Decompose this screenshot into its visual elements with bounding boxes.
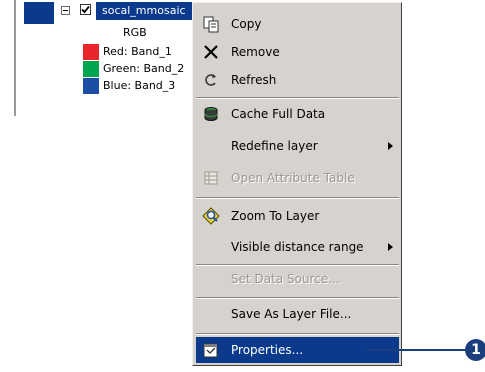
submenu-arrow-icon <box>388 243 393 251</box>
menu-item-refresh[interactable]: Refresh <box>196 67 399 93</box>
collapse-toggle[interactable] <box>61 6 70 15</box>
copy-icon <box>202 15 220 33</box>
menu-separator <box>196 297 399 299</box>
menu-label: Zoom To Layer <box>231 209 320 223</box>
layer-context-menu: Copy Remove Refresh Cache Full Data Rede… <box>192 2 402 366</box>
menu-label: Set Data Source... <box>231 272 340 286</box>
submenu-arrow-icon <box>388 142 393 150</box>
menu-item-remove[interactable]: Remove <box>196 39 399 65</box>
menu-item-zoom-to-layer[interactable]: Zoom To Layer <box>196 203 399 229</box>
menu-item-redefine-layer[interactable]: Redefine layer <box>196 133 399 159</box>
menu-label: Open Attribute Table <box>231 171 355 185</box>
menu-label: Remove <box>231 45 280 59</box>
menu-separator <box>196 97 399 99</box>
callout-line <box>365 349 471 351</box>
blue-swatch <box>83 78 99 94</box>
remove-x-icon <box>202 43 220 61</box>
menu-label: Cache Full Data <box>231 107 326 121</box>
green-swatch <box>83 61 99 77</box>
table-icon <box>202 169 220 187</box>
menu-label: Save As Layer File... <box>231 307 352 321</box>
selection-strip <box>24 2 54 24</box>
layer-name[interactable]: socal_mmosaic <box>96 2 192 20</box>
menu-label: Redefine layer <box>231 139 318 153</box>
menu-item-open-attribute-table: Open Attribute Table <box>196 165 399 191</box>
menu-separator <box>196 197 399 199</box>
menu-item-cache-full-data[interactable]: Cache Full Data <box>196 101 399 127</box>
database-icon <box>202 105 220 123</box>
menu-item-set-data-source: Set Data Source... <box>196 266 399 292</box>
renderer-label: RGB <box>123 26 147 39</box>
table-of-contents: socal_mmosaic RGB Red: Band_1 Green: Ban… <box>0 0 200 120</box>
menu-item-visible-distance-range[interactable]: Visible distance range <box>196 234 399 260</box>
refresh-icon <box>202 71 220 89</box>
menu-label: Copy <box>231 17 262 31</box>
menu-item-copy[interactable]: Copy <box>196 11 399 37</box>
menu-label: Properties... <box>231 343 304 357</box>
menu-label: Refresh <box>231 73 277 87</box>
menu-label: Visible distance range <box>231 240 364 254</box>
menu-item-save-as-layer-file[interactable]: Save As Layer File... <box>196 301 399 327</box>
properties-icon <box>202 341 220 359</box>
callout-badge: 1 <box>465 339 485 361</box>
red-swatch <box>83 44 99 60</box>
tree-line <box>14 0 16 116</box>
layer-visibility-checkbox[interactable] <box>80 4 91 15</box>
menu-separator <box>196 333 399 335</box>
zoom-to-layer-icon <box>202 207 220 225</box>
